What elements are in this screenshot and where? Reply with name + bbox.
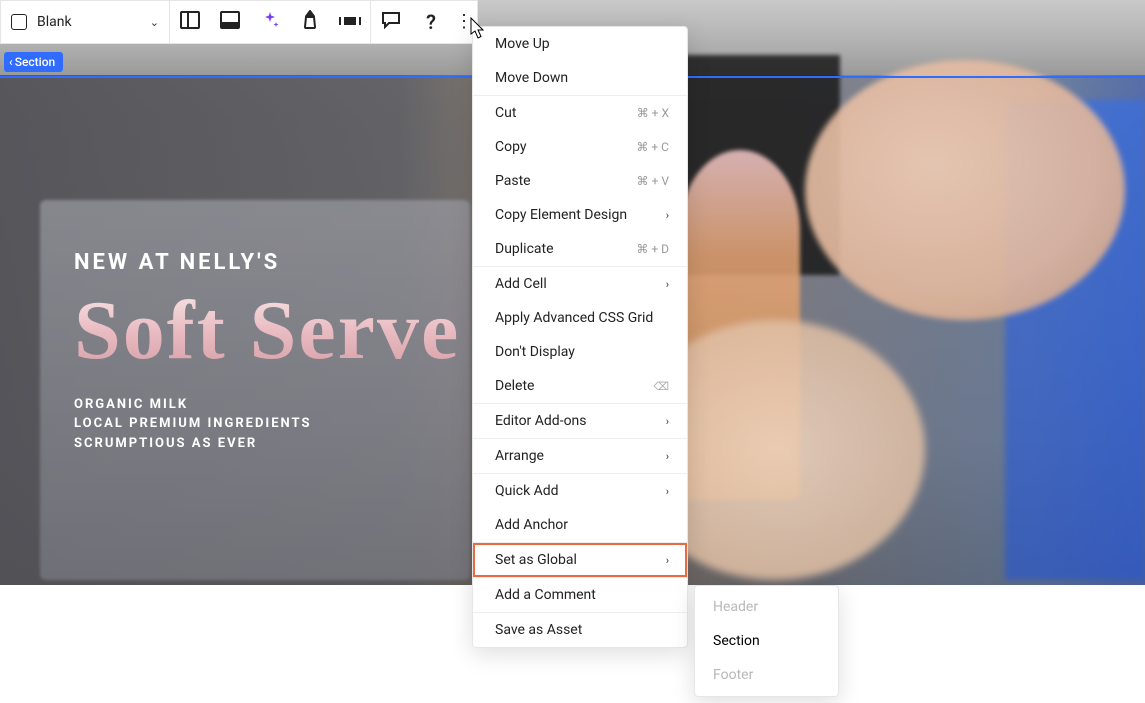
menu-add-comment[interactable]: Add a Comment	[473, 578, 687, 612]
comment-button[interactable]	[371, 0, 411, 44]
spacing-icon	[220, 11, 240, 33]
menu-label: Apply Advanced CSS Grid	[495, 310, 653, 326]
element-selector-dropdown[interactable]: Blank ⌄	[0, 0, 170, 44]
submenu-label: Header	[713, 599, 758, 615]
menu-apply-css-grid[interactable]: Apply Advanced CSS Grid	[473, 301, 687, 335]
ai-button[interactable]	[250, 0, 290, 44]
chevron-right-icon: ›	[666, 278, 669, 291]
menu-label: Copy	[495, 139, 527, 155]
menu-label: Delete	[495, 378, 534, 394]
menu-arrange[interactable]: Arrange ›	[473, 439, 687, 473]
chevron-right-icon: ›	[666, 554, 669, 567]
animation-button[interactable]	[290, 0, 330, 44]
toolbar-group-layout	[170, 0, 371, 44]
menu-move-down[interactable]: Move Down	[473, 61, 687, 95]
submenu-section[interactable]: Section	[695, 624, 838, 658]
hero-text-block: NEW AT NELLY'S Soft Serve ORGANIC MILK L…	[74, 250, 460, 453]
menu-save-as-asset[interactable]: Save as Asset	[473, 613, 687, 647]
menu-duplicate[interactable]: Duplicate ⌘ + D	[473, 232, 687, 266]
menu-shortcut: ⌘ + V	[637, 174, 669, 188]
help-icon: ?	[426, 10, 436, 34]
pointer-cursor-icon	[468, 17, 486, 46]
menu-add-cell[interactable]: Add Cell ›	[473, 267, 687, 301]
menu-copy[interactable]: Copy ⌘ + C	[473, 130, 687, 164]
help-button[interactable]: ?	[411, 0, 451, 44]
menu-editor-addons[interactable]: Editor Add-ons ›	[473, 404, 687, 438]
sparkles-icon	[260, 10, 280, 34]
chevron-down-icon: ⌄	[150, 16, 159, 29]
hero-sublines[interactable]: ORGANIC MILK LOCAL PREMIUM INGREDIENTS S…	[74, 395, 460, 454]
menu-add-anchor[interactable]: Add Anchor	[473, 508, 687, 542]
menu-label: Add a Comment	[495, 587, 596, 603]
submenu-footer: Footer	[695, 658, 838, 692]
menu-delete[interactable]: Delete ⌫	[473, 369, 687, 403]
chevron-right-icon: ›	[666, 450, 669, 463]
hero-sub-line-2: LOCAL PREMIUM INGREDIENTS	[74, 414, 460, 434]
menu-dont-display[interactable]: Don't Display	[473, 335, 687, 369]
section-tag-label: Section	[15, 55, 56, 69]
blank-section-icon	[11, 14, 27, 30]
menu-label: Move Up	[495, 36, 550, 52]
menu-label: Add Cell	[495, 276, 547, 292]
spacing-button[interactable]	[210, 0, 250, 44]
hero-eyebrow[interactable]: NEW AT NELLY'S	[74, 250, 460, 275]
chevron-left-icon: ‹	[9, 55, 13, 69]
comment-icon	[381, 11, 401, 33]
menu-label: Save as Asset	[495, 622, 582, 638]
animation-icon	[301, 10, 319, 34]
menu-label: Copy Element Design	[495, 207, 627, 223]
delete-key-icon: ⌫	[653, 380, 669, 393]
menu-cut[interactable]: Cut ⌘ + X	[473, 96, 687, 130]
hero-sub-line-1: ORGANIC MILK	[74, 395, 460, 415]
menu-copy-element-design[interactable]: Copy Element Design ›	[473, 198, 687, 232]
editor-canvas: ‹ Section NEW AT NELLY'S Soft Serve ORGA…	[0, 0, 1145, 703]
menu-shortcut: ⌘ + D	[636, 242, 669, 256]
toolbar-group-meta: ? ⋮	[371, 0, 478, 44]
chevron-right-icon: ›	[666, 209, 669, 222]
section-breadcrumb-tag[interactable]: ‹ Section	[4, 52, 63, 72]
menu-label: Move Down	[495, 70, 568, 86]
menu-quick-add[interactable]: Quick Add ›	[473, 474, 687, 508]
full-width-icon	[339, 13, 361, 32]
context-menu: Move Up Move Down Cut ⌘ + X Copy ⌘ + C P…	[472, 26, 688, 648]
bg-hand-right	[805, 60, 1125, 320]
menu-move-up[interactable]: Move Up	[473, 27, 687, 61]
menu-label: Editor Add-ons	[495, 413, 587, 429]
menu-paste[interactable]: Paste ⌘ + V	[473, 164, 687, 198]
full-width-button[interactable]	[330, 0, 370, 44]
set-as-global-submenu: Header Section Footer	[694, 585, 839, 697]
hero-title[interactable]: Soft Serve	[74, 293, 460, 369]
menu-label: Don't Display	[495, 344, 575, 360]
submenu-label: Section	[713, 633, 760, 649]
menu-label: Quick Add	[495, 483, 559, 499]
menu-label: Set as Global	[495, 552, 577, 568]
menu-label: Paste	[495, 173, 531, 189]
menu-set-as-global[interactable]: Set as Global ›	[473, 543, 687, 577]
floating-toolbar: Blank ⌄	[0, 0, 478, 44]
element-selector-label: Blank	[37, 14, 72, 30]
submenu-header: Header	[695, 590, 838, 624]
menu-label: Arrange	[495, 448, 544, 464]
menu-label: Cut	[495, 105, 516, 121]
chevron-right-icon: ›	[666, 415, 669, 428]
menu-label: Add Anchor	[495, 517, 568, 533]
menu-label: Duplicate	[495, 241, 554, 257]
columns-button[interactable]	[170, 0, 210, 44]
menu-shortcut: ⌘ + C	[636, 140, 669, 154]
columns-icon	[180, 11, 200, 33]
hero-sub-line-3: SCRUMPTIOUS AS EVER	[74, 434, 460, 454]
menu-shortcut: ⌘ + X	[637, 106, 669, 120]
submenu-label: Footer	[713, 667, 753, 683]
chevron-right-icon: ›	[666, 485, 669, 498]
